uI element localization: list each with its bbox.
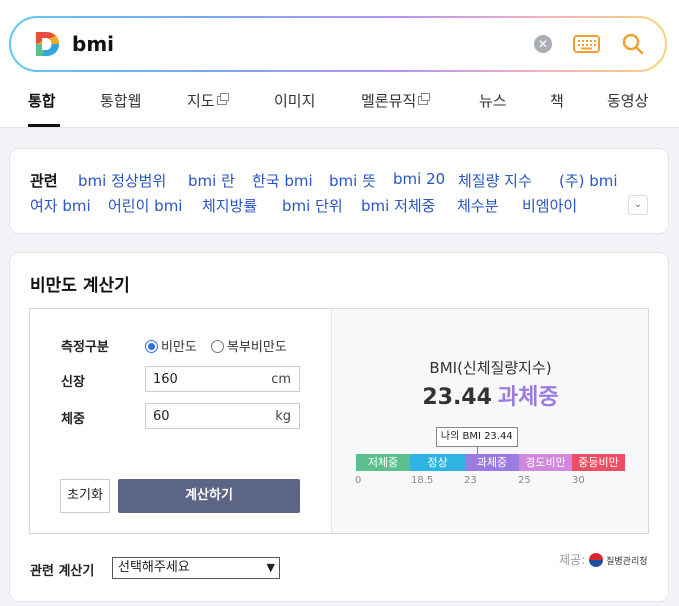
related-link[interactable]: 체질량 지수: [458, 170, 532, 191]
calculator-result-pane: BMI(신체질량지수) 23.44 과체중 나의 BMI 23.44 저체중 정상…: [331, 309, 648, 533]
height-input[interactable]: 160 cm: [145, 366, 300, 392]
related-link[interactable]: bmi 뜻: [329, 170, 376, 191]
related-link[interactable]: (주) bmi: [559, 170, 618, 191]
radio-abdominal-obesity[interactable]: 복부비만도: [211, 336, 287, 355]
clear-icon[interactable]: ✕: [534, 35, 552, 53]
calculator-input-pane: 측정구분 비만도 복부비만도 신장 160 cm 체중 60 kg 초기화 계산…: [30, 309, 331, 533]
radio-unchecked-icon: [211, 340, 224, 353]
related-calculator-label: 관련 계산기: [30, 564, 95, 579]
tab-melon-music-label: 멜론뮤직: [361, 92, 417, 110]
related-link[interactable]: 비엠아이: [522, 195, 577, 216]
tab-news[interactable]: 뉴스: [479, 90, 507, 111]
related-calculator-select[interactable]: 선택해주세요 ▼: [112, 557, 280, 579]
radio-obesity[interactable]: 비만도: [145, 336, 197, 355]
search-box-inner: bmi ✕: [11, 18, 665, 70]
related-link[interactable]: bmi 정상범위: [78, 170, 166, 191]
search-header: bmi ✕ 통합 통합웹 지도 이미지 멜론뮤직 뉴스 책 동영상: [0, 0, 679, 128]
tab-integrated[interactable]: 통합: [28, 90, 56, 111]
height-label: 신장: [61, 375, 85, 390]
measure-type-label: 측정구분: [61, 340, 109, 355]
related-link[interactable]: 여자 bmi: [30, 195, 91, 216]
scale-segment-moderate-obesity: 중등비만: [572, 454, 625, 471]
expand-related-button[interactable]: ⌄: [628, 195, 648, 215]
bmi-status: 과체중: [497, 385, 559, 410]
active-tab-indicator: [28, 124, 60, 127]
external-link-icon: [216, 93, 229, 105]
scale-segment-mild-obesity: 경도비만: [519, 454, 572, 471]
calculator-box: 측정구분 비만도 복부비만도 신장 160 cm 체중 60 kg 초기화 계산…: [29, 308, 649, 534]
tab-map-label: 지도: [187, 92, 215, 110]
scale-tick: 30: [572, 475, 585, 486]
provider-credit: 제공: 질병관리청: [559, 551, 648, 568]
reset-button[interactable]: 초기화: [60, 479, 110, 513]
tab-images[interactable]: 이미지: [274, 90, 315, 111]
calculate-button[interactable]: 계산하기: [118, 479, 300, 513]
radio-checked-icon: [145, 340, 158, 353]
tab-map[interactable]: 지도: [187, 90, 229, 111]
height-value: 160: [153, 372, 178, 387]
bmi-result: 23.44 과체중: [332, 379, 649, 411]
provider-name: 질병관리청: [606, 557, 648, 567]
bmi-calculator-card: 비만도 계산기 측정구분 비만도 복부비만도 신장 160 cm 체중 60 k…: [9, 252, 669, 602]
scale-segment-overweight: 과체중: [465, 454, 519, 471]
weight-input[interactable]: 60 kg: [145, 403, 300, 429]
related-link[interactable]: bmi 란: [188, 170, 235, 191]
scale-segment-underweight: 저체중: [356, 454, 410, 471]
scale-tick: 18.5: [411, 475, 434, 486]
height-unit: cm: [271, 372, 291, 387]
chevron-down-icon: ▼: [266, 561, 275, 574]
scale-tick: 25: [518, 475, 531, 486]
search-box: bmi ✕: [9, 16, 667, 72]
scale-segment-normal: 정상: [410, 454, 465, 471]
search-tabs: 통합 통합웹 지도 이미지 멜론뮤직 뉴스 책 동영상: [0, 86, 679, 128]
related-searches-card: 관련 bmi 정상범위 bmi 란 한국 bmi bmi 뜻 bmi 20 체질…: [9, 148, 669, 234]
daum-logo-icon[interactable]: [33, 30, 61, 58]
weight-value: 60: [153, 409, 170, 424]
tab-melon-music[interactable]: 멜론뮤직: [361, 90, 431, 111]
search-icon[interactable]: [621, 32, 645, 56]
bmi-marker: 나의 BMI 23.44: [435, 427, 518, 447]
external-link-icon: [418, 93, 431, 105]
keyboard-icon[interactable]: [573, 34, 600, 54]
related-link[interactable]: bmi 단위: [282, 195, 343, 216]
select-value: 선택해주세요: [118, 560, 190, 575]
related-label: 관련: [30, 172, 58, 190]
bmi-marker-pointer: [476, 447, 478, 454]
weight-unit: kg: [275, 409, 291, 424]
tab-integrated-web[interactable]: 통합웹: [100, 90, 141, 111]
kdca-logo-icon: [589, 553, 604, 567]
related-link[interactable]: bmi 저체중: [361, 195, 435, 216]
radio-obesity-label: 비만도: [161, 340, 197, 355]
related-link[interactable]: bmi 20: [393, 170, 445, 188]
related-link[interactable]: 체지방률: [202, 195, 257, 216]
related-link[interactable]: 한국 bmi: [252, 170, 313, 191]
weight-label: 체중: [61, 412, 85, 427]
search-input[interactable]: bmi: [72, 30, 114, 58]
provider-label: 제공:: [559, 553, 586, 567]
related-link[interactable]: 어린이 bmi: [108, 195, 182, 216]
bmi-label: BMI(신체질량지수): [429, 359, 552, 377]
scale-tick: 23: [464, 475, 477, 486]
radio-abdominal-label: 복부비만도: [227, 340, 287, 355]
related-link[interactable]: 체수분: [457, 195, 498, 216]
tab-videos[interactable]: 동영상: [607, 90, 648, 111]
calculator-title: 비만도 계산기: [30, 276, 130, 296]
bmi-value: 23.44: [422, 385, 492, 410]
scale-tick: 0: [355, 475, 362, 486]
tab-books[interactable]: 책: [550, 90, 564, 111]
